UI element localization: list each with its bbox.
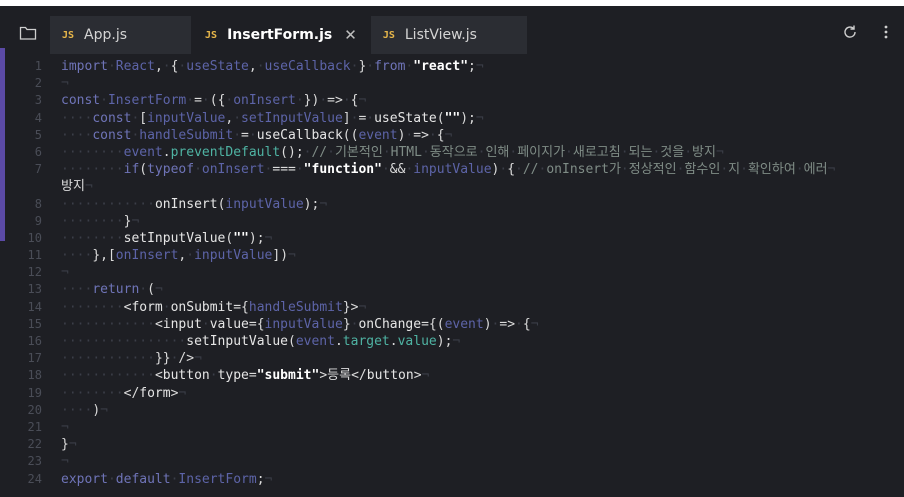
line-number: 12 <box>27 265 42 280</box>
folder-icon[interactable] <box>10 18 46 48</box>
code-line[interactable]: 8 ············onInsert(inputValue);¬ <box>0 196 904 213</box>
line-number: 16 <box>27 334 42 348</box>
code-text: ¬ <box>61 419 69 435</box>
js-file-icon: JS <box>62 29 75 41</box>
code-line[interactable]: 5 ····const·handleSubmit·=·useCallback((e… <box>0 127 904 144</box>
refresh-icon[interactable] <box>832 18 868 46</box>
line-number: 13 <box>27 282 42 297</box>
code-text: ····},[onInsert,·inputValue])¬ <box>61 248 296 264</box>
code-line[interactable]: 1 import·React,·{·useState,·useCallback·}… <box>0 58 904 75</box>
code-line[interactable]: 21 ¬ <box>0 419 904 436</box>
code-text: ············<button·type="submit">등록</bu… <box>61 368 430 384</box>
code-line[interactable]: 7 ········if(typeof·onInsert·===·"functio… <box>0 161 904 178</box>
line-number: 10 <box>27 230 42 245</box>
tab-label: App.js <box>84 27 128 43</box>
line-number: 11 <box>27 248 42 263</box>
code-line[interactable]: 6 ········event.preventDefault();·//·기본적인… <box>0 144 904 161</box>
code-text: ····)¬ <box>61 402 108 418</box>
code-line[interactable]: 17 ············}}·/>¬ <box>0 350 904 367</box>
editor-window: JS App.js JS InsertForm.js ✕ JS ListView… <box>0 6 904 497</box>
code-line[interactable]: 3 const·InsertForm·=·({·onInsert·})·=>·{¬ <box>0 92 904 109</box>
code-text: const·InsertForm·=·({·onInsert·})·=>·{¬ <box>61 93 367 109</box>
line-number: 6 <box>34 144 42 159</box>
tab-app-js[interactable]: JS App.js <box>50 16 192 54</box>
code-line[interactable]: 19 ········</form>¬ <box>0 385 904 402</box>
tab-list: JS App.js JS InsertForm.js ✕ JS ListView… <box>50 16 529 54</box>
tab-bar: JS App.js JS InsertForm.js ✕ JS ListView… <box>0 6 904 54</box>
js-file-icon: JS <box>382 29 395 41</box>
line-number: 20 <box>27 402 42 417</box>
code-line[interactable]: 14 ········<form·onSubmit={handleSubmit}>… <box>0 299 904 316</box>
code-text: ¬ <box>61 454 69 470</box>
more-vertical-icon[interactable] <box>868 18 904 46</box>
code-line[interactable]: 10 ········setInputValue("");¬ <box>0 230 904 247</box>
line-number: 15 <box>27 316 42 331</box>
js-file-icon: JS <box>205 29 218 41</box>
code-line[interactable]: 4 ····const·[inputValue,·setInputValue]·=… <box>0 110 904 127</box>
line-number: 8 <box>34 196 42 211</box>
code-editor[interactable]: 1 import·React,·{·useState,·useCallback·}… <box>0 58 904 488</box>
code-text: 방지¬ <box>61 179 93 195</box>
code-line[interactable]: 2 ¬ <box>0 75 904 92</box>
line-number: 5 <box>34 127 42 142</box>
code-line[interactable]: 24 export·default·InsertForm;¬ <box>0 471 904 488</box>
line-number: 22 <box>27 437 42 452</box>
line-number: 3 <box>34 93 42 108</box>
line-number: 1 <box>34 59 42 73</box>
code-text: ········}¬ <box>61 213 140 229</box>
code-text: ················setInputValue(event.targ… <box>61 334 461 349</box>
line-number: 4 <box>34 110 42 125</box>
line-number: 7 <box>34 162 42 177</box>
line-number: 21 <box>27 419 42 434</box>
code-line[interactable]: 22 }¬ <box>0 436 904 453</box>
tab-label: InsertForm.js <box>227 27 333 43</box>
code-text: ········setInputValue("");¬ <box>61 230 273 246</box>
line-number: 2 <box>34 76 42 91</box>
code-line[interactable]: 9 ········}¬ <box>0 213 904 230</box>
line-number: 24 <box>27 471 42 486</box>
code-text: ····const·handleSubmit·=·useCallback((ev… <box>61 127 453 143</box>
toolbar-actions <box>832 18 904 46</box>
code-text: ········<form·onSubmit={handleSubmit}>¬ <box>61 299 367 315</box>
code-line[interactable]: 12 ¬ <box>0 264 904 281</box>
tab-label: ListView.js <box>404 27 477 43</box>
code-text: ············}}·/>¬ <box>61 351 202 367</box>
code-line[interactable]: 23 ¬ <box>0 453 904 470</box>
line-number: 9 <box>34 213 42 228</box>
code-line-wrap[interactable]: 방지¬ <box>0 178 904 195</box>
code-text: export·default·InsertForm;¬ <box>61 471 273 487</box>
tab-insertform-js[interactable]: JS InsertForm.js ✕ <box>193 16 369 54</box>
code-line[interactable]: 20 ····)¬ <box>0 402 904 419</box>
code-text: ····const·[inputValue,·setInputValue]·=·… <box>61 110 484 126</box>
code-line[interactable]: 11 ····},[onInsert,·inputValue])¬ <box>0 247 904 264</box>
code-line[interactable]: 15 ············<input·value={inputValue}·… <box>0 316 904 333</box>
line-number: 18 <box>27 368 42 383</box>
code-text: }¬ <box>61 437 77 453</box>
line-number: 23 <box>27 454 42 469</box>
close-icon[interactable]: ✕ <box>344 26 357 44</box>
code-text: ········if(typeof·onInsert·===·"function… <box>61 162 836 178</box>
code-text: ············onInsert(inputValue);¬ <box>61 196 328 212</box>
line-number: 19 <box>27 385 42 400</box>
code-text: ¬ <box>61 76 69 92</box>
code-text: ········event.preventDefault();·//·기본적인·… <box>61 144 724 160</box>
line-number: 14 <box>27 299 42 314</box>
line-number: 17 <box>27 351 42 366</box>
code-text: ········</form>¬ <box>61 385 187 401</box>
code-text: import·React,·{·useState,·useCallback·}·… <box>61 59 484 74</box>
code-line[interactable]: 13 ····return·(¬ <box>0 281 904 298</box>
code-line[interactable]: 16 ················setInputValue(event.ta… <box>0 333 904 350</box>
code-text: ····return·(¬ <box>61 282 163 298</box>
tab-listview-js[interactable]: JS ListView.js <box>370 16 527 54</box>
code-line[interactable]: 18 ············<button·type="submit">등록</… <box>0 367 904 384</box>
code-text: ¬ <box>61 265 69 281</box>
code-text: ············<input·value={inputValue}·on… <box>61 316 539 332</box>
